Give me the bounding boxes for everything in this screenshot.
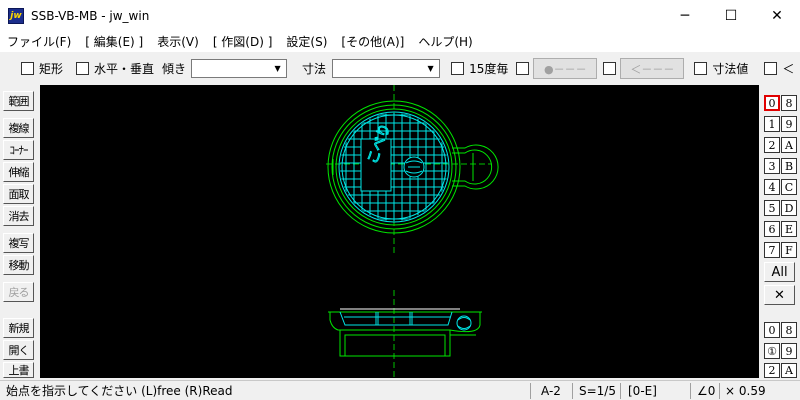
- status-scale[interactable]: S=1/5: [579, 381, 616, 400]
- layer-5-button[interactable]: 5: [764, 200, 780, 216]
- tool-range-button[interactable]: 範囲: [3, 91, 34, 111]
- status-divider: [719, 383, 720, 399]
- rect-checkbox[interactable]: [21, 62, 34, 75]
- dim-combo[interactable]: ▼: [332, 59, 441, 78]
- manhole-section-lid: [339, 311, 472, 331]
- deg15-label: 15度毎: [469, 62, 509, 76]
- layer-9-button[interactable]: 9: [781, 116, 797, 132]
- layer-8-button[interactable]: 8: [781, 95, 797, 111]
- cad-drawing: こべり: [326, 85, 499, 378]
- layer-f-button[interactable]: F: [781, 242, 797, 258]
- menu-view[interactable]: 表示(V): [150, 33, 206, 50]
- left-tool-panel: 範囲 複線 ｺｰﾅｰ 伸縮 面取 消去 複写 移動 戻る 新規 開く 上書: [0, 85, 40, 378]
- layer-all-button[interactable]: All: [764, 262, 795, 282]
- last-label: ＜: [782, 62, 795, 76]
- chevron-down-icon[interactable]: ▼: [422, 60, 439, 77]
- control-bar: 矩形 水平・垂直 傾き ▼ 寸法 ▼ 15度毎 ●－－－ ＜－－－ 寸法値 ＜: [0, 55, 800, 82]
- horiz-vert-label: 水平・垂直: [94, 62, 155, 76]
- layer-4-button[interactable]: 4: [764, 179, 780, 195]
- status-divider: [572, 383, 573, 399]
- menu-bar: ファイル(F) [ 編集(E) ] 表示(V) [ 作図(D) ] 設定(S) …: [0, 31, 800, 52]
- menu-draw[interactable]: [ 作図(D) ]: [206, 33, 280, 50]
- tool-copy-button[interactable]: 複写: [3, 233, 34, 253]
- app-icon: jw: [8, 7, 24, 24]
- dim-label: 寸法: [302, 62, 327, 76]
- close-button[interactable]: ✕: [754, 0, 800, 31]
- layer-0-button[interactable]: 0: [764, 95, 780, 111]
- tool-undo-button[interactable]: 戻る: [3, 282, 34, 302]
- layer-3-button[interactable]: 3: [764, 158, 780, 174]
- layer-a-button[interactable]: A: [781, 137, 797, 153]
- layer-7-button[interactable]: 7: [764, 242, 780, 258]
- minimize-button[interactable]: ─: [662, 0, 708, 31]
- tilt-label: 傾き: [162, 62, 187, 76]
- status-layer[interactable]: [0-E]: [628, 381, 657, 400]
- status-divider: [690, 383, 691, 399]
- group-0-button[interactable]: 0: [764, 322, 780, 338]
- menu-file[interactable]: ファイル(F): [0, 33, 78, 50]
- tool-overwrite-button[interactable]: 上書: [3, 362, 34, 378]
- dim-value-checkbox[interactable]: [694, 62, 708, 75]
- layer-d-button[interactable]: D: [781, 200, 797, 216]
- tool-new-button[interactable]: 新規: [3, 318, 34, 338]
- dot-checkbox[interactable]: [516, 62, 530, 75]
- layer-clear-button[interactable]: ✕: [764, 285, 795, 305]
- tool-offset-button[interactable]: 複線: [3, 118, 34, 138]
- status-bar: 始点を指示してください (L)free (R)Read A-2 S=1/5 [0…: [0, 380, 800, 400]
- layer-e-button[interactable]: E: [781, 221, 797, 237]
- group-1-button[interactable]: ①: [764, 343, 780, 359]
- group-9-button[interactable]: 9: [781, 343, 797, 359]
- tool-stretch-button[interactable]: 伸縮: [3, 162, 34, 182]
- horiz-vert-checkbox[interactable]: [76, 62, 90, 75]
- dim-value-label: 寸法値: [712, 62, 749, 76]
- status-paper[interactable]: A-2: [541, 381, 561, 400]
- arrow-checkbox[interactable]: [603, 62, 617, 75]
- tool-chamfer-button[interactable]: 面取: [3, 184, 34, 204]
- last-checkbox[interactable]: [764, 62, 778, 75]
- tool-corner-button[interactable]: ｺｰﾅｰ: [3, 140, 34, 160]
- menu-other[interactable]: [その他(A)]: [334, 33, 411, 50]
- status-divider: [530, 383, 531, 399]
- layer-2-button[interactable]: 2: [764, 137, 780, 153]
- tool-erase-button[interactable]: 消去: [3, 206, 34, 226]
- tilt-combo[interactable]: ▼: [191, 59, 288, 78]
- group-a-button[interactable]: A: [781, 363, 797, 378]
- layer-panel: 0 8 1 9 2 A 3 B 4 C 5 D 6 E 7 F All ✕ 0 …: [759, 85, 800, 378]
- window-title: SSB-VB-MB - jw_win: [31, 8, 150, 23]
- menu-edit[interactable]: [ 編集(E) ]: [78, 33, 150, 50]
- layer-1-button[interactable]: 1: [764, 116, 780, 132]
- status-zoom[interactable]: × 0.59: [725, 381, 766, 400]
- status-divider: [620, 383, 621, 399]
- dot-line-button[interactable]: ●－－－: [533, 58, 598, 79]
- deg15-checkbox[interactable]: [451, 62, 465, 75]
- status-message: 始点を指示してください (L)free (R)Read: [6, 384, 233, 398]
- group-8-button[interactable]: 8: [781, 322, 797, 338]
- drawing-canvas[interactable]: こべり: [40, 85, 759, 378]
- arrow-line-button[interactable]: ＜－－－: [620, 58, 685, 79]
- menu-settings[interactable]: 設定(S): [279, 33, 334, 50]
- window-controls: ─ ☐ ✕: [662, 0, 800, 31]
- status-angle[interactable]: ∠0: [697, 381, 715, 400]
- layer-6-button[interactable]: 6: [764, 221, 780, 237]
- layer-c-button[interactable]: C: [781, 179, 797, 195]
- maximize-button[interactable]: ☐: [708, 0, 754, 31]
- layer-b-button[interactable]: B: [781, 158, 797, 174]
- manhole-grid: こべり: [338, 111, 450, 223]
- rect-label: 矩形: [39, 62, 64, 76]
- chevron-down-icon[interactable]: ▼: [269, 60, 286, 77]
- menu-help[interactable]: ヘルプ(H): [411, 33, 479, 50]
- tool-open-button[interactable]: 開く: [3, 340, 34, 360]
- title-bar: jw SSB-VB-MB - jw_win ─ ☐ ✕: [0, 0, 800, 31]
- tool-move-button[interactable]: 移動: [3, 255, 34, 275]
- group-2-button[interactable]: 2: [764, 363, 780, 378]
